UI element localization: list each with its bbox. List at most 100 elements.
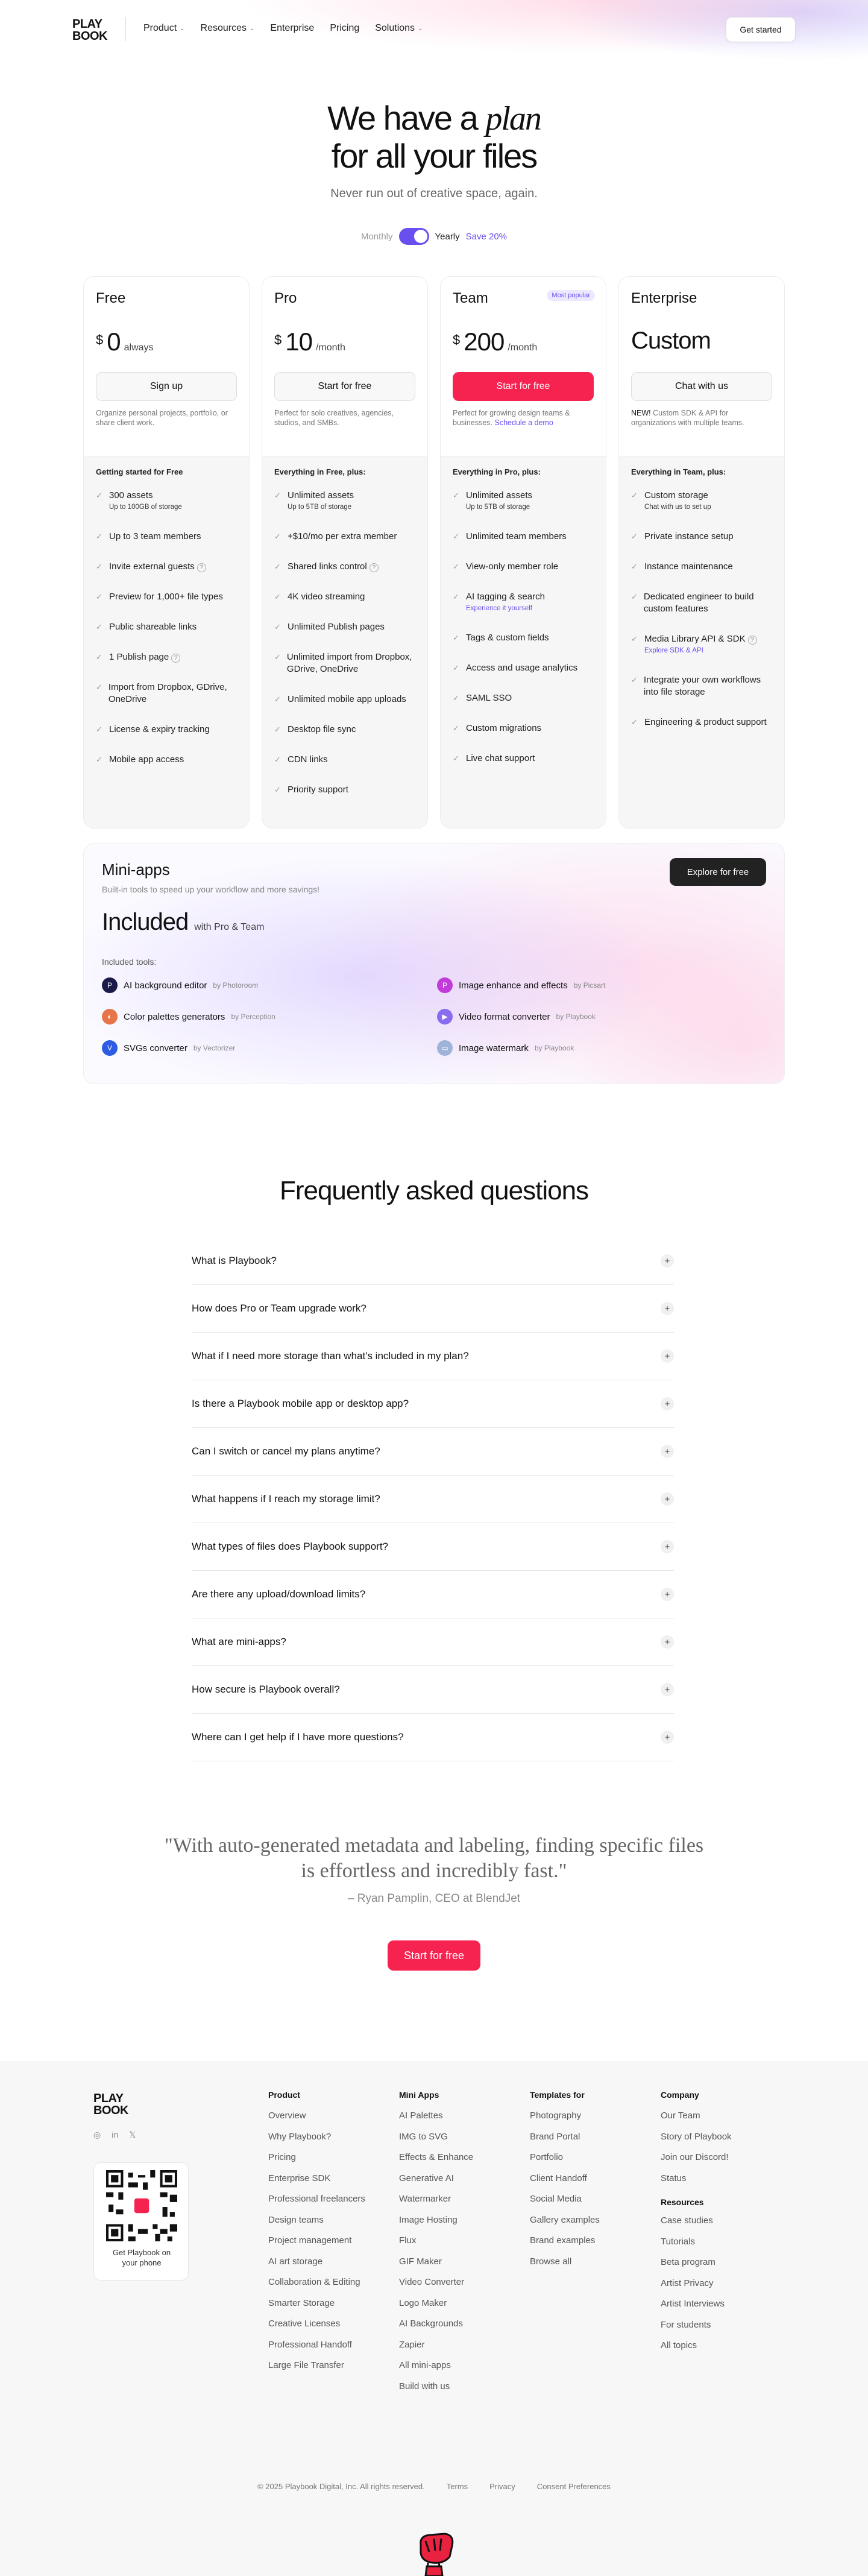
footer-link[interactable]: Video Converter <box>399 2277 520 2298</box>
info-icon[interactable]: ? <box>747 636 757 645</box>
plus-icon[interactable]: + <box>661 1635 674 1649</box>
footer-link[interactable]: Zapier <box>399 2340 520 2361</box>
yearly-label[interactable]: Yearly <box>435 232 460 242</box>
footer-link[interactable]: Brand Portal <box>530 2132 650 2153</box>
footer-link[interactable]: Effects & Enhance <box>399 2152 520 2173</box>
linkedin-icon[interactable]: in <box>112 2130 118 2140</box>
mini-app-tool[interactable]: P AI background editor by Photoroom <box>102 977 258 993</box>
plus-icon[interactable]: + <box>661 1397 674 1410</box>
plus-icon[interactable]: + <box>661 1350 674 1363</box>
faq-item[interactable]: What are mini-apps? + <box>192 1618 674 1666</box>
plus-icon[interactable]: + <box>661 1731 674 1744</box>
footer-link[interactable]: Client Handoff <box>530 2173 650 2194</box>
footer-link[interactable]: IMG to SVG <box>399 2132 520 2153</box>
plan-cta-button[interactable]: Start for free <box>274 372 415 401</box>
info-icon[interactable]: ? <box>197 563 206 572</box>
footer-link[interactable]: Large File Transfer <box>268 2360 389 2381</box>
mini-app-tool[interactable]: ▶ Video format converter by Playbook <box>437 1009 596 1024</box>
footer-link[interactable]: Professional freelancers <box>268 2194 389 2215</box>
schedule-demo-link[interactable]: Schedule a demo <box>495 418 553 427</box>
start-for-free-button[interactable]: Start for free <box>388 1940 480 1971</box>
footer-link[interactable]: Status <box>661 2173 781 2194</box>
faq-item[interactable]: Are there any upload/download limits? + <box>192 1571 674 1618</box>
footer-link[interactable]: AI Backgrounds <box>399 2319 520 2340</box>
plan-cta-button[interactable]: Start for free <box>453 372 594 401</box>
footer-link[interactable]: Tutorials <box>661 2237 781 2258</box>
faq-item[interactable]: Where can I get help if I have more ques… <box>192 1714 674 1761</box>
footer-link[interactable]: GIF Maker <box>399 2256 520 2278</box>
playbook-logo[interactable]: PLAY BOOK <box>72 18 115 42</box>
plan-cta-button[interactable]: Sign up <box>96 372 237 401</box>
footer-link[interactable]: Pricing <box>268 2152 389 2173</box>
footer-link[interactable]: Artist Interviews <box>661 2299 781 2320</box>
footer-link[interactable]: Creative Licenses <box>268 2319 389 2340</box>
mini-app-tool[interactable]: ◐ Color palettes generators by Perception <box>102 1009 275 1024</box>
footer-link[interactable]: Watermarker <box>399 2194 520 2215</box>
consent-preferences-link[interactable]: Consent Preferences <box>537 2482 611 2491</box>
feature-link[interactable]: Experience it yourself <box>466 603 545 614</box>
footer-link[interactable]: Project management <box>268 2235 389 2256</box>
nav-enterprise[interactable]: Enterprise <box>270 23 314 34</box>
footer-logo[interactable]: PLAY BOOK <box>93 2092 129 2117</box>
nav-product[interactable]: Product ⌄ <box>143 23 185 34</box>
footer-link[interactable]: Professional Handoff <box>268 2340 389 2361</box>
info-icon[interactable]: ? <box>171 654 181 663</box>
footer-link[interactable]: AI Palettes <box>399 2110 520 2132</box>
footer-link[interactable]: Browse all <box>530 2256 650 2278</box>
footer-link[interactable]: Our Team <box>661 2110 781 2132</box>
footer-link[interactable]: Why Playbook? <box>268 2132 389 2153</box>
footer-link[interactable]: All mini-apps <box>399 2360 520 2381</box>
plus-icon[interactable]: + <box>661 1302 674 1315</box>
mini-app-tool[interactable]: V SVGs converter by Vectorizer <box>102 1040 235 1056</box>
privacy-link[interactable]: Privacy <box>489 2482 515 2491</box>
footer-link[interactable]: All topics <box>661 2340 781 2361</box>
mini-app-tool[interactable]: ▭ Image watermark by Playbook <box>437 1040 574 1056</box>
footer-link[interactable]: For students <box>661 2320 781 2341</box>
footer-link[interactable]: Flux <box>399 2235 520 2256</box>
qr-code[interactable] <box>106 2170 177 2241</box>
footer-link[interactable]: Overview <box>268 2110 389 2132</box>
footer-link[interactable]: Smarter Storage <box>268 2298 389 2319</box>
x-icon[interactable]: 𝕏 <box>129 2130 136 2140</box>
plus-icon[interactable]: + <box>661 1254 674 1267</box>
footer-link[interactable]: Case studies <box>661 2215 781 2237</box>
faq-item[interactable]: Is there a Playbook mobile app or deskto… <box>192 1380 674 1428</box>
footer-link[interactable]: Artist Privacy <box>661 2278 781 2299</box>
mini-app-tool[interactable]: P Image enhance and effects by Picsart <box>437 977 605 993</box>
footer-link[interactable]: Logo Maker <box>399 2298 520 2319</box>
footer-link[interactable]: Design teams <box>268 2215 389 2236</box>
faq-item[interactable]: What is Playbook? + <box>192 1237 674 1285</box>
footer-link[interactable]: Photography <box>530 2110 650 2132</box>
footer-link[interactable]: Story of Playbook <box>661 2132 781 2153</box>
feature-link[interactable]: Explore SDK & API <box>644 645 757 656</box>
plus-icon[interactable]: + <box>661 1445 674 1458</box>
footer-link[interactable]: Collaboration & Editing <box>268 2277 389 2298</box>
faq-item[interactable]: How secure is Playbook overall? + <box>192 1666 674 1714</box>
plus-icon[interactable]: + <box>661 1683 674 1696</box>
footer-link[interactable]: Enterprise SDK <box>268 2173 389 2194</box>
footer-link[interactable]: Portfolio <box>530 2152 650 2173</box>
terms-link[interactable]: Terms <box>447 2482 468 2491</box>
footer-link[interactable]: Join our Discord! <box>661 2152 781 2173</box>
instagram-icon[interactable]: ◎ <box>93 2130 101 2140</box>
footer-link[interactable]: AI art storage <box>268 2256 389 2278</box>
faq-item[interactable]: What types of files does Playbook suppor… <box>192 1523 674 1571</box>
get-started-button[interactable]: Get started <box>726 17 796 42</box>
footer-link[interactable]: Brand examples <box>530 2235 650 2256</box>
footer-link[interactable]: Social Media <box>530 2194 650 2215</box>
plus-icon[interactable]: + <box>661 1540 674 1553</box>
monthly-label[interactable]: Monthly <box>361 232 393 242</box>
faq-item[interactable]: How does Pro or Team upgrade work? + <box>192 1285 674 1333</box>
footer-link[interactable]: Gallery examples <box>530 2215 650 2236</box>
explore-for-free-button[interactable]: Explore for free <box>670 858 766 886</box>
nav-resources[interactable]: Resources ⌄ <box>201 23 255 34</box>
footer-link[interactable]: Generative AI <box>399 2173 520 2194</box>
faq-item[interactable]: What happens if I reach my storage limit… <box>192 1476 674 1523</box>
footer-link[interactable]: Image Hosting <box>399 2215 520 2236</box>
nav-solutions[interactable]: Solutions ⌄ <box>375 23 423 34</box>
plan-cta-button[interactable]: Chat with us <box>631 372 772 401</box>
faq-item[interactable]: What if I need more storage than what's … <box>192 1333 674 1380</box>
nav-pricing[interactable]: Pricing <box>330 23 359 34</box>
footer-link[interactable]: Build with us <box>399 2381 520 2402</box>
info-icon[interactable]: ? <box>369 563 379 572</box>
